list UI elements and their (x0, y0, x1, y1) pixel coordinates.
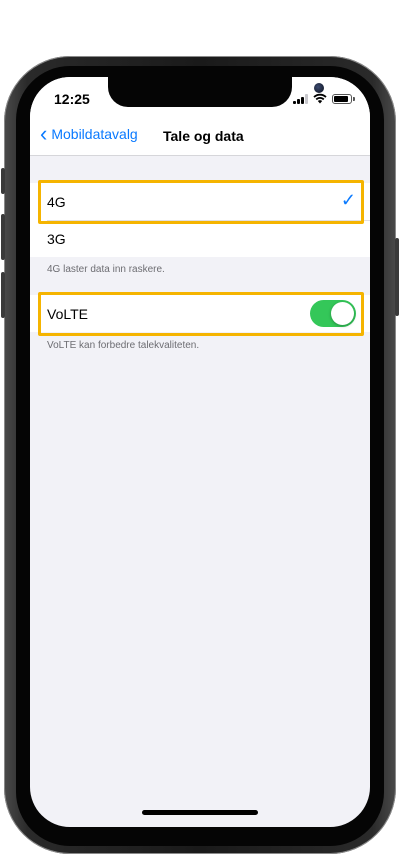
voice-data-footer: 4G laster data inn raskere. (47, 264, 165, 275)
back-button-label: Mobildatavalg (51, 126, 138, 142)
highlight-4g-option (38, 180, 364, 224)
back-button[interactable]: ‹ Mobildatavalg (40, 121, 138, 146)
chevron-left-icon: ‹ (40, 121, 48, 146)
notch (108, 77, 324, 107)
signal-icon (293, 93, 308, 104)
highlight-volte-option (38, 292, 364, 336)
option-label-3g: 3G (47, 231, 66, 247)
home-indicator[interactable] (142, 810, 258, 815)
front-camera-icon (314, 83, 324, 93)
volte-footer: VoLTE kan forbedre talekvaliteten. (47, 340, 200, 351)
status-icons (293, 93, 355, 104)
status-time: 12:25 (54, 91, 90, 107)
navigation-bar: ‹ Mobildatavalg Tale og data (30, 117, 370, 156)
option-row-3g[interactable]: 3G (30, 220, 370, 257)
mute-switch (1, 168, 5, 194)
volume-up-button (1, 214, 5, 260)
page-title: Tale og data (163, 128, 244, 144)
volume-down-button (1, 272, 5, 318)
battery-icon (332, 93, 355, 104)
wifi-icon (313, 93, 327, 104)
power-button (395, 238, 399, 316)
